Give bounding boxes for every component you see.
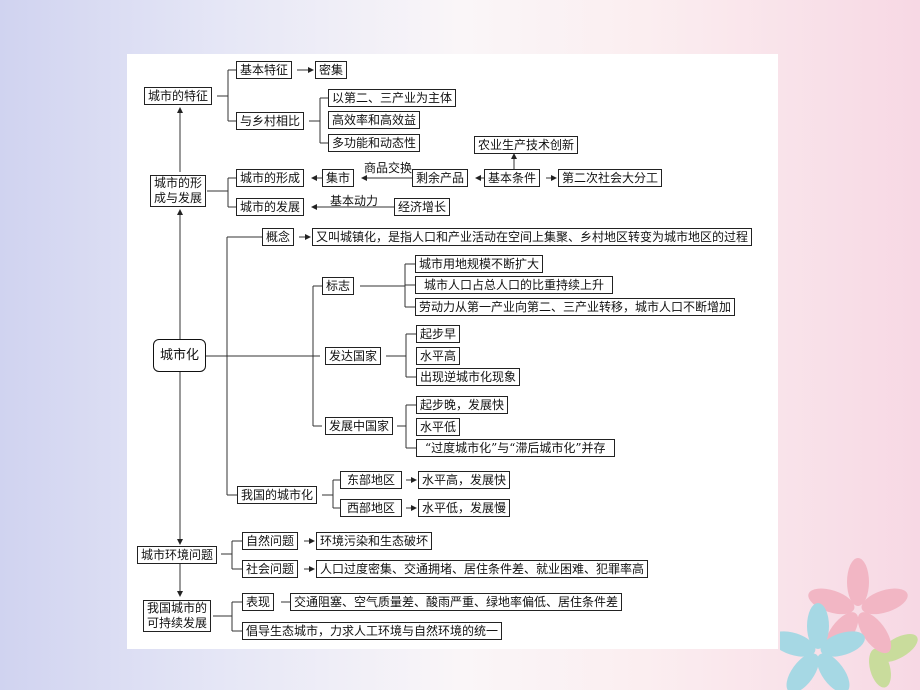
node-west: 西部地区 — [340, 499, 403, 517]
node-basic-value: 密集 — [315, 61, 348, 79]
node-market: 集市 — [322, 169, 355, 187]
node-vs-rural-item-3: 多功能和动态性 — [328, 134, 421, 152]
node-natural-value: 环境污染和生态破坏 — [316, 532, 433, 550]
node-surplus: 剩余产品 — [412, 169, 469, 187]
node-developed-item-1: 起步早 — [416, 325, 461, 343]
node-social: 社会问题 — [242, 560, 299, 578]
node-signs-item-1: 城市用地规模不断扩大 — [415, 255, 544, 273]
node-concept-text: 又叫城镇化，是指人口和产业活动在空间上集聚、乡村地区转变为城市地区的过程 — [312, 228, 753, 246]
node-manifestation: 表现 — [242, 593, 275, 611]
node-manifestation-value: 交通阻塞、空气质量差、酸雨严重、绿地率偏低、居住条件差 — [290, 593, 623, 611]
node-developing-item-2: 水平低 — [416, 418, 461, 436]
node-signs: 标志 — [322, 277, 355, 295]
label-exchange: 商品交换 — [364, 161, 413, 175]
node-environment: 城市环境问题 — [137, 546, 218, 564]
node-development: 城市的发展 — [236, 198, 305, 216]
node-urban-features: 城市的特征 — [144, 87, 213, 105]
node-urbanization: 城市化 — [153, 339, 206, 372]
flower-decoration-icon — [780, 558, 918, 690]
sustainable-title-line2: 可持续发展 — [147, 616, 208, 630]
formation-title-line2: 成与发展 — [154, 191, 203, 205]
node-developed: 发达国家 — [325, 347, 382, 365]
node-agri-innovation: 农业生产技术创新 — [474, 136, 579, 154]
node-signs-item-3: 劳动力从第一产业向第二、三产业转移，城市人口不断增加 — [415, 298, 736, 316]
node-economy: 经济增长 — [394, 198, 451, 216]
node-east-value: 水平高，发展快 — [418, 471, 511, 489]
node-advocate: 倡导生态城市，力求人工环境与自然环境的统一 — [242, 622, 503, 640]
node-developed-item-2: 水平高 — [416, 347, 461, 365]
node-natural: 自然问题 — [242, 532, 299, 550]
sustainable-title-line1: 我国城市的 — [147, 601, 208, 615]
node-vs-rural-item-1: 以第二、三产业为主体 — [328, 89, 457, 107]
node-developing: 发展中国家 — [325, 417, 394, 435]
node-formation-development: 城市的形 成与发展 — [150, 175, 207, 207]
node-developing-item-3: “过度城市化”与“滞后城市化”并存 — [416, 439, 615, 457]
node-developing-item-1: 起步晚，发展快 — [416, 396, 509, 414]
node-concept: 概念 — [262, 228, 295, 246]
node-formation: 城市的形成 — [236, 169, 305, 187]
node-vs-rural-item-2: 高效率和高效益 — [328, 111, 421, 129]
node-china: 我国的城市化 — [237, 486, 318, 504]
label-driving: 基本动力 — [330, 194, 379, 208]
node-vs-rural: 与乡村相比 — [236, 112, 305, 130]
node-developed-item-3: 出现逆城市化现象 — [416, 368, 521, 386]
node-division: 第二次社会大分工 — [558, 169, 663, 187]
formation-title-line1: 城市的形 — [154, 176, 203, 190]
node-social-value: 人口过度密集、交通拥堵、居住条件差、就业困难、犯罪率高 — [316, 560, 649, 578]
node-signs-item-2: 城市人口占总人口的比重持续上升 — [415, 276, 614, 294]
node-east: 东部地区 — [340, 471, 403, 489]
node-basic-feature: 基本特征 — [236, 61, 293, 79]
node-sustainable: 我国城市的 可持续发展 — [143, 600, 212, 632]
node-west-value: 水平低，发展慢 — [418, 499, 511, 517]
node-basic-condition: 基本条件 — [484, 169, 541, 187]
